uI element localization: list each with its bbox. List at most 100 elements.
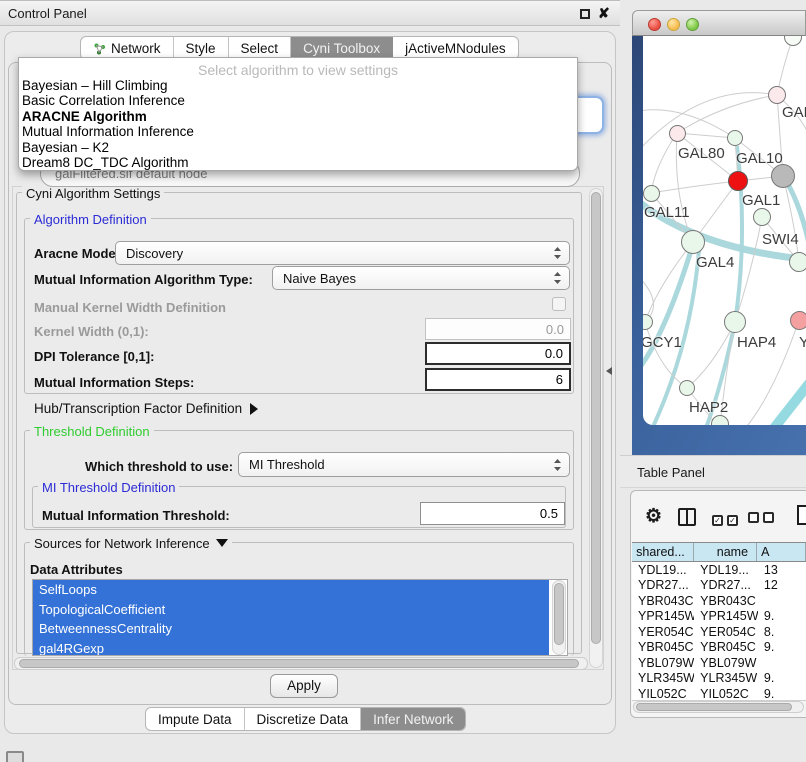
data-attributes-list: SelfLoops TopologicalCoefficient Between… [32, 579, 568, 656]
hub-definition-toggle[interactable]: Hub/Transcription Factor Definition [34, 401, 258, 416]
minimized-window-icon[interactable] [6, 751, 24, 762]
network-node[interactable] [771, 164, 795, 188]
float-panel-icon[interactable] [580, 9, 590, 19]
table-row[interactable]: YDR27...YDR27...12 [632, 578, 806, 594]
list-item[interactable]: TopologicalCoefficient [33, 600, 549, 620]
mi-type-label: Mutual Information Algorithm Type: [34, 272, 253, 287]
select-all-checkboxes-icon[interactable]: ✓✓ [712, 510, 742, 528]
cell: YBL079W [694, 656, 758, 670]
dropdown-item[interactable]: Bayesian – K2 [19, 140, 577, 155]
close-window-icon[interactable] [648, 18, 661, 31]
manual-kernel-checkbox[interactable] [552, 297, 566, 311]
kernel-width-label: Kernel Width (0,1): [34, 324, 149, 339]
tab-discretize-data[interactable]: Discretize Data [245, 708, 362, 730]
dropdown-item[interactable]: Bayesian – Hill Climbing [19, 78, 577, 93]
tab-style[interactable]: Style [174, 37, 229, 59]
node-table: shared... name A YDL19...YDL19...13 YDR2… [632, 542, 806, 701]
table-horizontal-scrollbar[interactable] [633, 701, 804, 713]
tab-infer-network-label: Infer Network [373, 712, 453, 727]
gear-icon[interactable]: ⚙ [645, 505, 662, 528]
settings-horizontal-scrollbar[interactable] [14, 657, 588, 670]
table-row[interactable]: YER054CYER054C8. [632, 624, 806, 640]
dropdown-placeholder: Select algorithm to view settings [19, 58, 577, 78]
mi-threshold-group-title: MI Threshold Definition [38, 480, 179, 495]
tab-infer-network[interactable]: Infer Network [361, 708, 465, 730]
network-node[interactable] [679, 380, 695, 396]
which-threshold-label: Which threshold to use: [85, 459, 233, 474]
network-node[interactable] [727, 130, 743, 146]
mi-threshold-input[interactable] [420, 502, 565, 525]
minimize-window-icon[interactable] [667, 18, 680, 31]
column-header[interactable]: name [694, 543, 757, 561]
export-table-icon[interactable] [797, 505, 806, 525]
network-node[interactable] [724, 311, 746, 333]
table-rows: YDL19...YDL19...13 YDR27...YDR27...12 YB… [632, 562, 806, 701]
dpi-tolerance-label: DPI Tolerance [0,1]: [34, 349, 154, 364]
dropdown-item[interactable]: Mutual Information Inference [19, 124, 577, 139]
network-node[interactable] [669, 125, 686, 142]
table-panel-header: Table Panel [620, 455, 806, 488]
cell: YER054C [632, 625, 694, 639]
tab-cyni-toolbox-label: Cyni Toolbox [303, 41, 380, 56]
dropdown-item[interactable]: Basic Correlation Inference [19, 93, 577, 108]
clear-all-checkboxes-icon[interactable] [748, 510, 778, 528]
column-header[interactable]: A [757, 543, 806, 561]
table-row[interactable]: YBL079WYBL079W [632, 655, 806, 671]
list-item[interactable]: BetweennessCentrality [33, 619, 549, 639]
threshold-definition-title: Threshold Definition [30, 424, 154, 439]
kernel-width-input[interactable] [425, 318, 571, 340]
apply-button[interactable]: Apply [270, 674, 338, 698]
network-canvas[interactable]: GAL7 GAL80 GAL10 GAL1 GAL11 GAL4 SWI4 GC… [643, 36, 806, 425]
table-row[interactable]: YIL052CYIL052C9. [632, 686, 806, 701]
network-node[interactable] [753, 208, 771, 226]
network-node[interactable] [728, 171, 748, 191]
panel-divider-arrow[interactable] [606, 367, 612, 375]
tab-select[interactable]: Select [229, 37, 292, 59]
network-node[interactable] [681, 230, 705, 254]
aracne-mode-combobox[interactable]: Discovery [115, 241, 570, 265]
zoom-window-icon[interactable] [686, 18, 699, 31]
combo-spinner-icon [553, 458, 562, 472]
network-node-label: HAP2 [689, 399, 728, 416]
tab-impute-data[interactable]: Impute Data [146, 708, 245, 730]
network-node[interactable] [768, 86, 786, 104]
dropdown-item-selected[interactable]: ARACNE Algorithm [19, 109, 577, 124]
settings-vertical-scrollbar[interactable] [589, 188, 603, 668]
tab-network[interactable]: Network [81, 37, 174, 59]
list-item[interactable]: gal4RGexp [33, 639, 549, 657]
which-threshold-combobox[interactable]: MI Threshold [238, 452, 570, 477]
table-row[interactable]: YDL19...YDL19...13 [632, 562, 806, 578]
close-panel-icon[interactable]: ✘ [598, 5, 610, 22]
mi-type-value: Naive Bayes [283, 271, 356, 286]
tab-cyni-toolbox[interactable]: Cyni Toolbox [291, 37, 393, 59]
list-item[interactable]: SelfLoops [33, 580, 549, 600]
columns-icon[interactable] [678, 508, 696, 526]
table-row[interactable]: YPR145WYPR145W9. [632, 609, 806, 625]
network-tab-icon [93, 42, 106, 55]
mi-steps-input[interactable] [425, 368, 571, 391]
cell: YPR145W [632, 609, 694, 623]
table-row[interactable]: YBR043CYBR043C [632, 593, 806, 609]
list-scrollbar[interactable] [552, 580, 566, 655]
mi-type-combobox[interactable]: Naive Bayes [272, 266, 570, 290]
dropdown-item[interactable]: Dream8 DC_TDC Algorithm [19, 155, 577, 170]
tab-jactivemnodules[interactable]: jActiveMNodules [393, 37, 518, 59]
cell: 9. [758, 671, 806, 685]
cell: YDR27... [632, 578, 694, 592]
cell: YIL052C [694, 687, 758, 701]
network-node[interactable] [789, 252, 806, 272]
sources-group-toggle[interactable]: Sources for Network Inference [30, 536, 232, 551]
column-header[interactable]: shared... [632, 543, 694, 561]
table-row[interactable]: YBR045CYBR045C9. [632, 640, 806, 656]
dpi-tolerance-input[interactable] [425, 342, 571, 365]
network-node[interactable] [643, 185, 660, 202]
chevron-down-icon [216, 539, 228, 547]
network-node-label: GAL1 [742, 192, 780, 209]
which-threshold-value: MI Threshold [249, 457, 325, 472]
network-node-label: GAL4 [696, 254, 734, 271]
network-node[interactable] [790, 311, 806, 330]
network-window-titlebar[interactable] [632, 10, 806, 36]
control-panel-titlebar: Control Panel ✘ [0, 0, 620, 26]
table-row[interactable]: YLR345WYLR345W9. [632, 671, 806, 687]
hub-definition-label: Hub/Transcription Factor Definition [34, 401, 242, 416]
